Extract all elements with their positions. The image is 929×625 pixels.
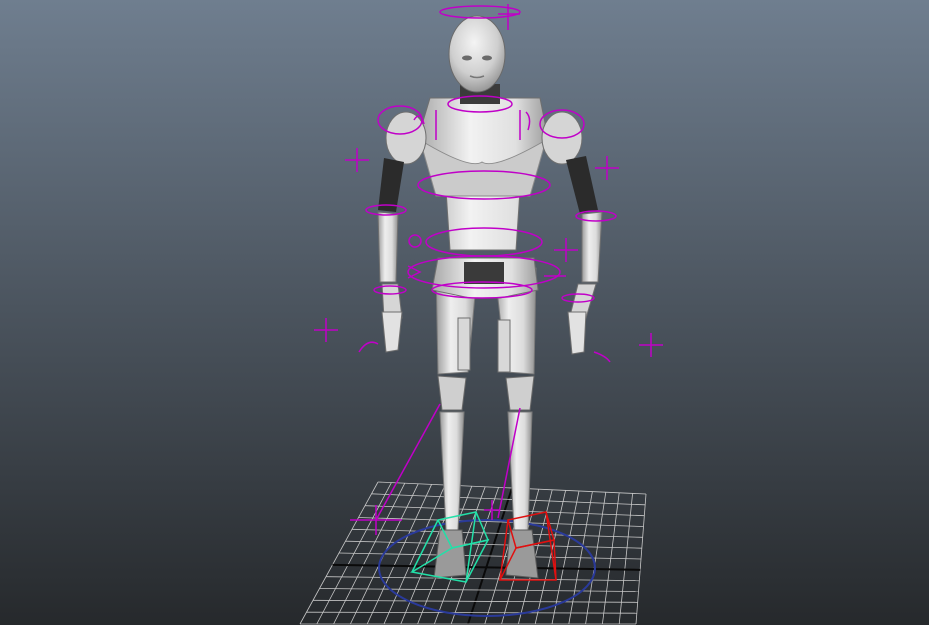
left-shoulder xyxy=(385,111,427,165)
right-eye xyxy=(482,55,492,61)
scene-canvas[interactable] xyxy=(0,0,929,625)
left-eye xyxy=(462,55,472,61)
3d-viewport[interactable] xyxy=(0,0,929,625)
head xyxy=(448,15,506,93)
pelvis-joint xyxy=(464,262,504,284)
